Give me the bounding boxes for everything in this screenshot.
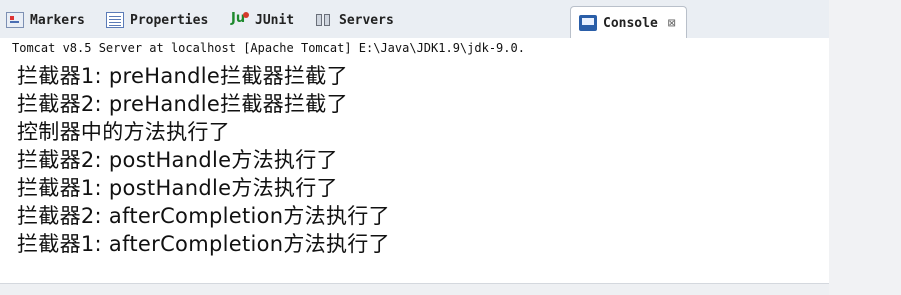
tab-console-label: Console [603,15,658,31]
tab-properties[interactable]: Properties [106,6,208,34]
console-line: 拦截器1: postHandle方法执行了 [17,176,338,200]
tab-servers[interactable]: Servers [315,6,394,34]
console-line: 拦截器1: afterCompletion方法执行了 [17,232,390,256]
tab-markers[interactable]: Markers [6,6,85,34]
junit-icon [231,11,249,28]
tab-properties-label: Properties [130,12,209,28]
console-process-label: Tomcat v8.5 Server at localhost [Apache … [0,38,829,58]
console-line: 控制器中的方法执行了 [17,120,230,144]
tab-servers-label: Servers [339,12,394,28]
console-output[interactable]: 拦截器1: preHandle拦截器拦截了 拦截器2: preHandle拦截器… [0,58,829,284]
console-line: 拦截器1: preHandle拦截器拦截了 [17,64,348,88]
tab-junit[interactable]: JUnit [231,6,294,34]
console-icon [579,15,597,31]
window-background [829,0,901,295]
close-icon[interactable]: ⊠ [668,16,676,31]
console-line: 拦截器2: postHandle方法执行了 [17,148,338,172]
console-view: Markers Properties JUnit Servers Console… [0,0,829,295]
console-line: 拦截器2: afterCompletion方法执行了 [17,204,390,228]
markers-icon [6,12,24,28]
console-line: 拦截器2: preHandle拦截器拦截了 [17,92,348,116]
tab-markers-label: Markers [30,12,85,28]
servers-icon [315,12,333,28]
tab-console[interactable]: Console ⊠ [570,6,687,39]
properties-icon [106,12,124,28]
tab-junit-label: JUnit [255,12,295,28]
view-tab-bar: Markers Properties JUnit Servers Console… [0,0,829,39]
